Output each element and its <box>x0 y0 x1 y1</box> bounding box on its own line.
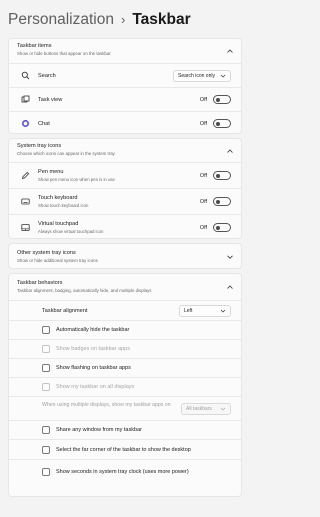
multi-display-label: When using multiple displays, show my ta… <box>42 402 171 408</box>
pen-menu-description: Show pen menu icon when pen is in use <box>38 177 115 182</box>
virtual-touchpad-label: Virtual touchpad <box>38 221 79 227</box>
section-subtitle: Show or hide additional system tray icon… <box>17 258 98 263</box>
chevron-up-icon[interactable] <box>226 47 234 55</box>
breadcrumb: Personalization › Taskbar <box>8 10 244 30</box>
touch-keyboard-description: Show touch keyboard icon <box>38 203 89 208</box>
taskbar-alignment-label: Taskbar alignment <box>42 308 88 314</box>
far-corner-row: Select the far corner of the taskbar to … <box>9 439 241 459</box>
chat-icon <box>21 119 30 128</box>
touch-keyboard-toggle[interactable] <box>213 197 231 206</box>
flashing-label: Show flashing on taskbar apps <box>56 365 131 371</box>
task-view-icon <box>21 95 30 104</box>
system-tray-icons-section: System tray icons Choose which icons can… <box>8 138 242 239</box>
virtual-touchpad-row: Virtual touchpad Always show virtual tou… <box>9 214 241 238</box>
multi-display-dropdown[interactable]: All taskbars <box>181 403 231 415</box>
section-title: Other system tray icons <box>17 250 76 256</box>
search-row: Search Search icon only <box>9 63 241 87</box>
section-title: Taskbar items <box>17 43 52 49</box>
auto-hide-label: Automatically hide the taskbar <box>56 327 130 333</box>
share-window-row: Share any window from my taskbar <box>9 420 241 439</box>
chat-label: Chat <box>38 121 50 127</box>
virtual-touchpad-description: Always show virtual touchpad icon <box>38 229 104 234</box>
show-seconds-label: Show seconds in system tray clock (uses … <box>56 469 189 475</box>
share-window-checkbox[interactable] <box>42 426 50 434</box>
section-subtitle: Show or hide buttons that appear on the … <box>17 51 111 56</box>
page-title: Taskbar <box>132 11 191 28</box>
taskbar-alignment-value: Left <box>184 308 193 314</box>
keyboard-icon <box>21 197 30 206</box>
search-mode-dropdown[interactable]: Search icon only <box>173 70 231 82</box>
system-tray-header[interactable]: System tray icons Choose which icons can… <box>9 139 241 162</box>
flashing-checkbox[interactable] <box>42 364 50 372</box>
section-title: System tray icons <box>17 143 62 149</box>
pen-menu-label: Pen menu <box>38 169 64 175</box>
badges-label: Show badges on taskbar apps <box>56 346 130 352</box>
pen-menu-state: Off <box>199 173 207 179</box>
virtual-touchpad-state: Off <box>199 225 207 231</box>
auto-hide-checkbox[interactable] <box>42 326 50 334</box>
section-title: Taskbar behaviors <box>17 280 63 286</box>
section-subtitle: Taskbar alignment, badging, automaticall… <box>17 288 152 293</box>
task-view-state: Off <box>199 97 207 103</box>
taskbar-items-section: Taskbar items Show or hide buttons that … <box>8 38 242 134</box>
show-seconds-checkbox[interactable] <box>42 468 50 476</box>
chevron-up-icon[interactable] <box>226 283 234 291</box>
chevron-down-icon[interactable] <box>226 253 234 261</box>
breadcrumb-separator: › <box>120 12 126 27</box>
chevron-up-icon[interactable] <box>226 147 234 155</box>
chevron-down-icon <box>220 309 226 313</box>
chat-row: Chat Off <box>9 111 241 133</box>
multi-display-value: All taskbars <box>186 406 212 412</box>
taskbar-alignment-row: Taskbar alignment Left <box>9 300 241 320</box>
far-corner-label: Select the far corner of the taskbar to … <box>56 447 191 453</box>
badges-row: Show badges on taskbar apps <box>9 339 241 358</box>
virtual-touchpad-toggle[interactable] <box>213 223 231 232</box>
touch-keyboard-label: Touch keyboard <box>38 195 78 201</box>
taskbar-items-header[interactable]: Taskbar items Show or hide buttons that … <box>9 39 241 63</box>
flashing-row: Show flashing on taskbar apps <box>9 358 241 377</box>
all-displays-label: Show my taskbar on all displays <box>56 384 135 390</box>
all-displays-checkbox[interactable] <box>42 383 50 391</box>
touchpad-icon <box>21 223 30 232</box>
pen-icon <box>21 171 30 180</box>
other-tray-icons-section[interactable]: Other system tray icons Show or hide add… <box>8 243 242 269</box>
task-view-toggle[interactable] <box>213 95 231 104</box>
taskbar-behaviors-header[interactable]: Taskbar behaviors Taskbar alignment, bad… <box>9 274 241 300</box>
section-subtitle: Choose which icons can appear in the sys… <box>17 151 115 156</box>
all-displays-row: Show my taskbar on all displays <box>9 377 241 396</box>
auto-hide-row: Automatically hide the taskbar <box>9 320 241 339</box>
pen-menu-toggle[interactable] <box>213 171 231 180</box>
touch-keyboard-row: Touch keyboard Show touch keyboard icon … <box>9 188 241 214</box>
taskbar-alignment-dropdown[interactable]: Left <box>179 305 231 317</box>
task-view-row: Task view Off <box>9 87 241 111</box>
show-seconds-row: Show seconds in system tray clock (uses … <box>9 459 241 496</box>
chevron-down-icon <box>220 407 226 411</box>
touch-keyboard-state: Off <box>199 199 207 205</box>
chat-state: Off <box>199 121 207 127</box>
far-corner-checkbox[interactable] <box>42 446 50 454</box>
search-icon <box>21 71 30 80</box>
chat-toggle[interactable] <box>213 119 231 128</box>
taskbar-behaviors-section: Taskbar behaviors Taskbar alignment, bad… <box>8 273 242 497</box>
breadcrumb-personalization-link[interactable]: Personalization <box>8 10 114 30</box>
task-view-label: Task view <box>38 97 63 103</box>
pen-menu-row: Pen menu Show pen menu icon when pen is … <box>9 162 241 188</box>
multi-display-row: When using multiple displays, show my ta… <box>9 396 241 420</box>
search-label: Search <box>38 73 56 79</box>
share-window-label: Share any window from my taskbar <box>56 427 142 433</box>
search-mode-value: Search icon only <box>178 73 215 79</box>
badges-checkbox[interactable] <box>42 345 50 353</box>
chevron-down-icon <box>220 74 226 78</box>
